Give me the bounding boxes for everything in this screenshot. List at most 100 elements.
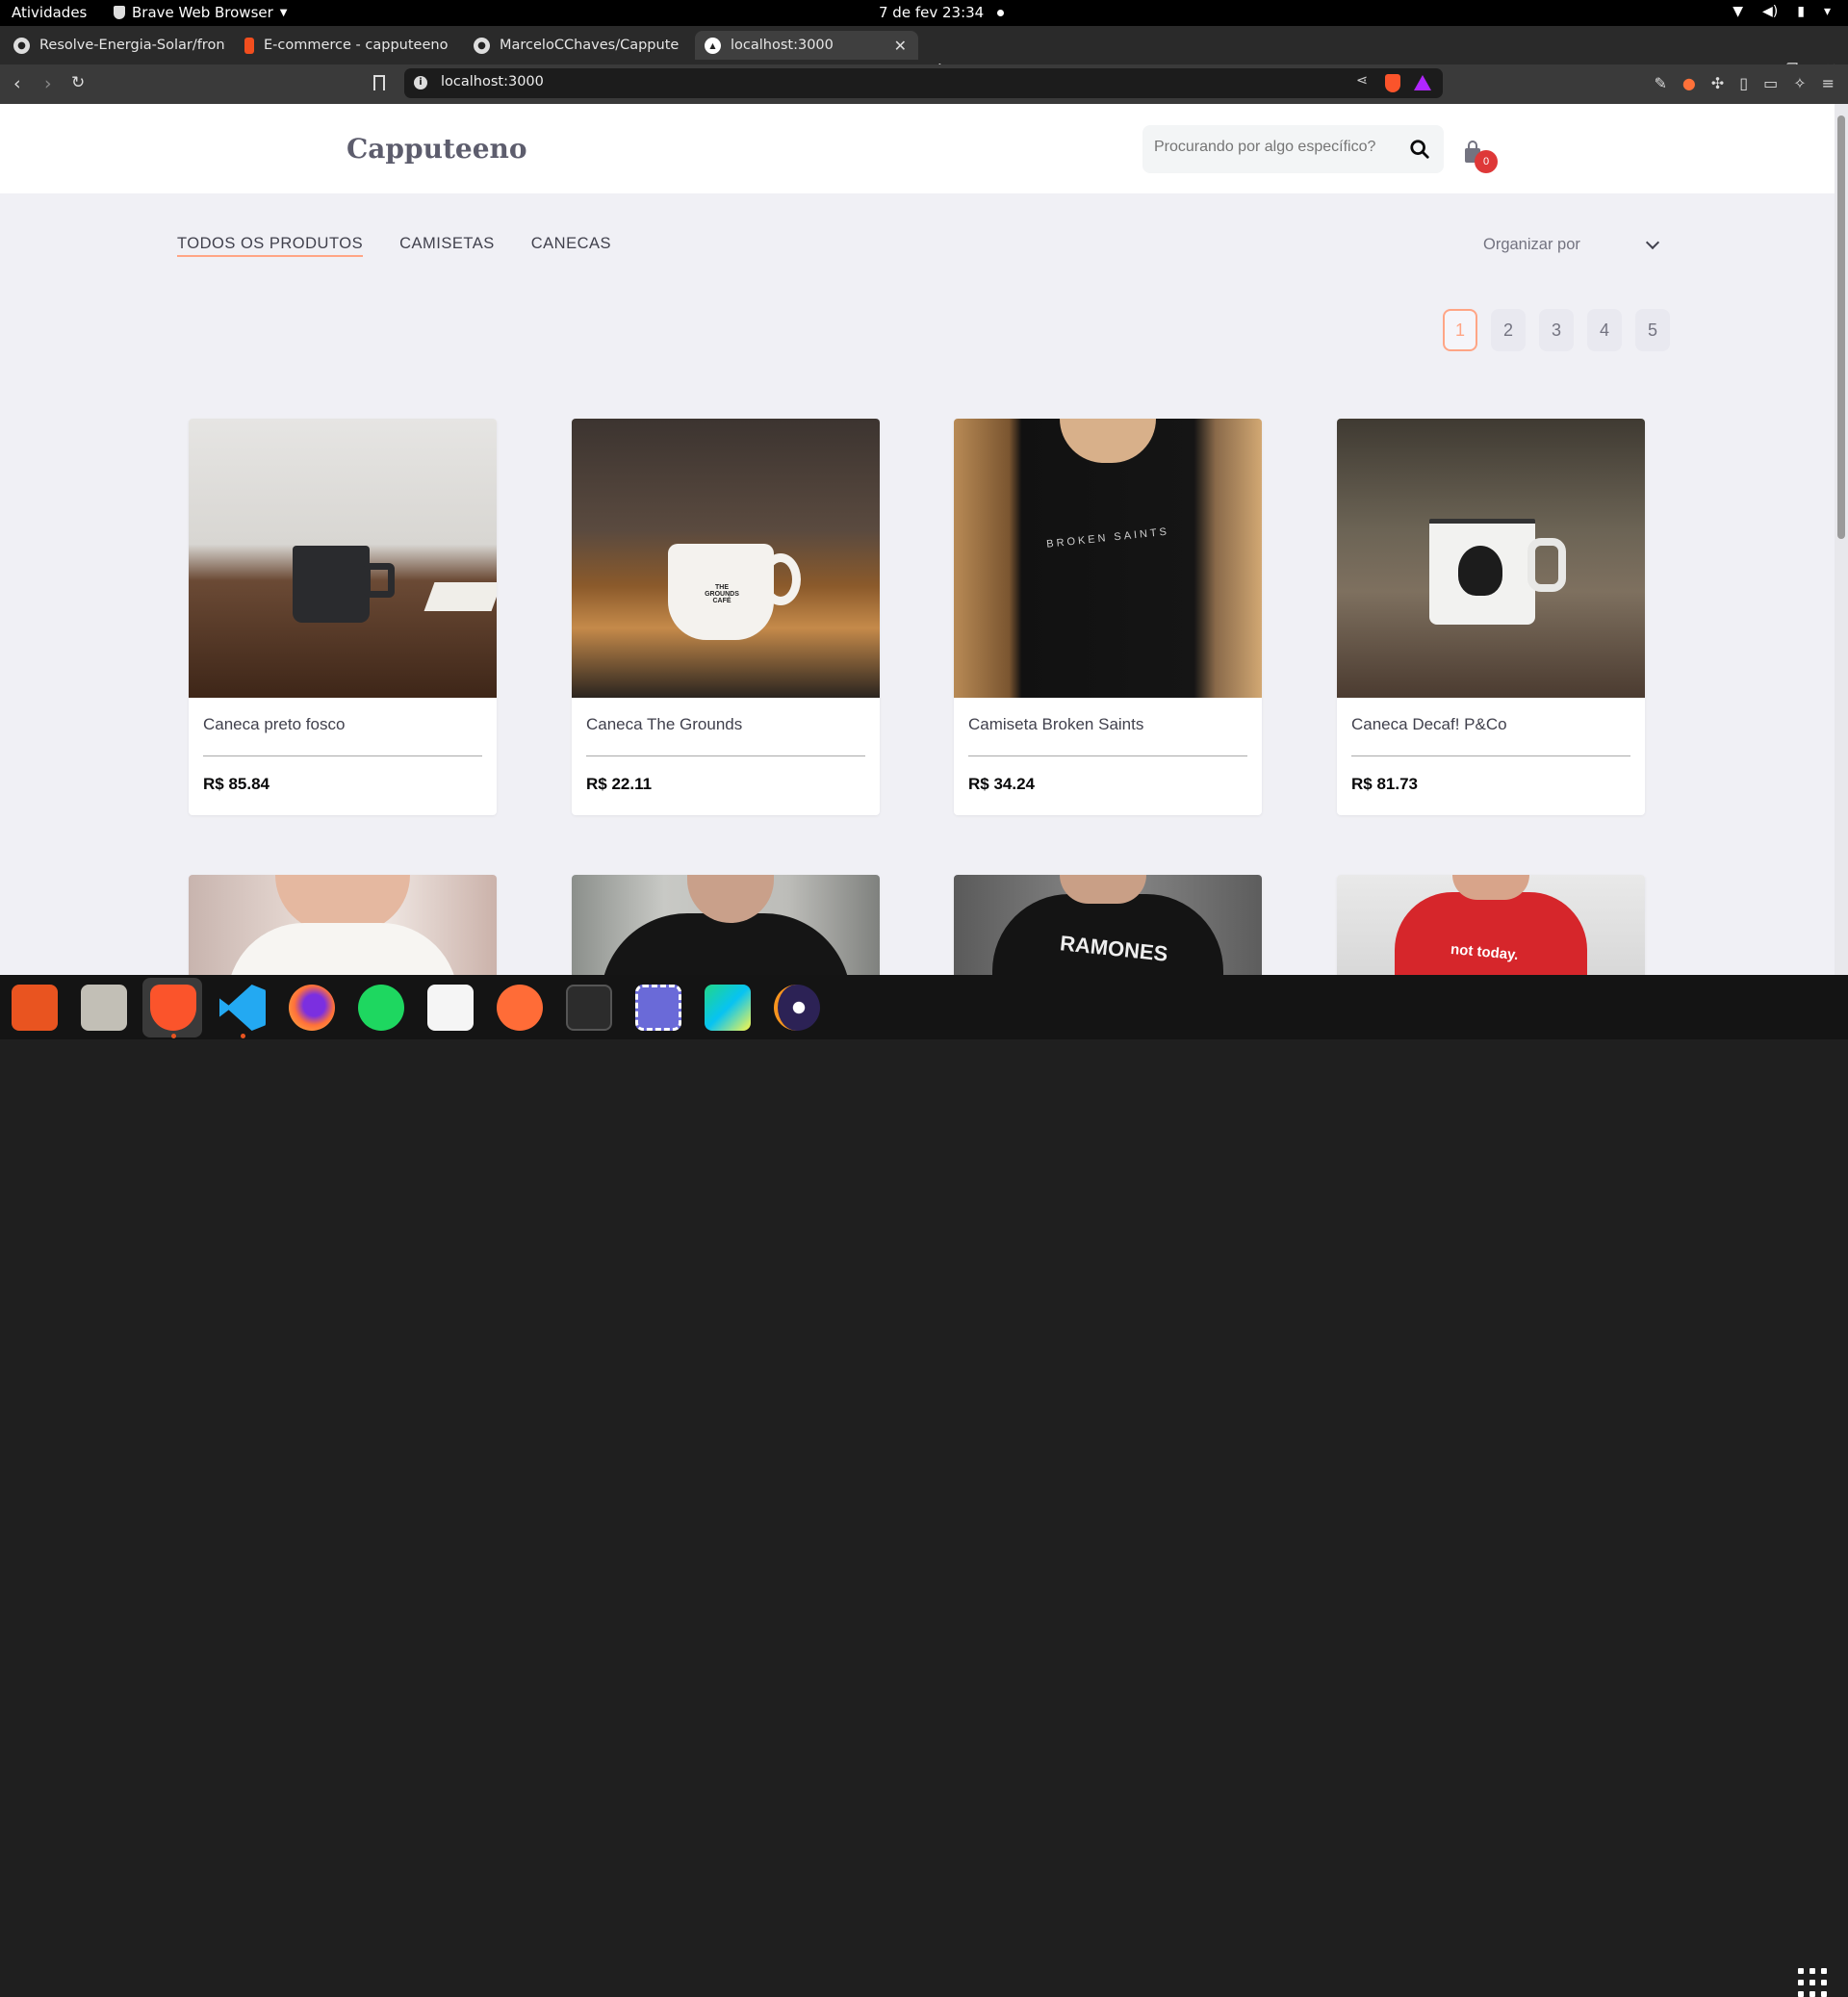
tab-1[interactable]: ● Resolve-Energia-Solar/front [13, 31, 225, 60]
battery-icon: ▮ [1797, 4, 1805, 19]
back-icon[interactable]: ‹ [13, 73, 21, 94]
search-icon[interactable] [1409, 139, 1430, 160]
product-name: Caneca Decaf! P&Co [1351, 715, 1507, 733]
product-card[interactable] [572, 875, 880, 975]
page-button-2[interactable]: 2 [1491, 309, 1526, 351]
vscode-icon[interactable] [219, 985, 266, 1031]
page-button-3[interactable]: 3 [1539, 309, 1574, 351]
tab-title: E-commerce - capputeeno - [264, 38, 450, 53]
category-filters: TODOS OS PRODUTOS CAMISETAS CANECAS [177, 235, 611, 257]
search-input[interactable] [1154, 139, 1395, 156]
app-menu-label: Brave Web Browser [132, 4, 273, 21]
running-indicator [241, 1034, 245, 1038]
enamel-mug-skull-photo [1337, 419, 1645, 698]
pycharm-icon[interactable] [705, 985, 751, 1031]
menu-icon[interactable]: ≡ [1822, 74, 1835, 92]
github-icon: ● [13, 37, 30, 54]
site-header: Capputeeno 0 [0, 104, 1835, 193]
extension-icon[interactable]: ● [1682, 74, 1696, 92]
system-top-bar: Atividades Brave Web Browser ▼ 7 de fev … [0, 0, 1848, 26]
power-menu-icon: ▾ [1823, 4, 1831, 19]
app-menu[interactable]: Brave Web Browser ▼ [114, 4, 287, 21]
show-applications-icon[interactable] [1798, 1968, 1827, 1997]
product-price: R$ 34.24 [968, 775, 1035, 793]
filter-all-products[interactable]: TODOS OS PRODUTOS [177, 235, 364, 257]
running-indicator [171, 1034, 176, 1038]
white-mug-the-grounds-photo: THE GROUNDS CAFÉ [572, 419, 880, 698]
address-bar[interactable]: i localhost:3000 ⋖ [404, 68, 1443, 98]
address-url[interactable]: localhost:3000 [441, 74, 544, 90]
product-card[interactable]: Caneca Decaf! P&Co R$ 81.73 [1337, 419, 1645, 815]
page-button-1[interactable]: 1 [1443, 309, 1477, 351]
extensions-area: ✎ ● ✣ ▯ ▭ ✧ ≡ [1654, 74, 1835, 92]
tab-3[interactable]: ● MarceloCChaves/Capputeen [474, 31, 680, 60]
share-icon[interactable]: ⋖ [1356, 73, 1368, 89]
sort-label: Organizar por [1483, 236, 1580, 253]
web-page: Capputeeno 0 TODOS OS PRODUTOS CAMISETAS… [0, 104, 1835, 975]
cart-count-badge: 0 [1475, 150, 1498, 173]
search-box[interactable] [1142, 125, 1444, 173]
caret-down-icon: ▼ [279, 7, 288, 18]
leo-ai-icon[interactable]: ✧ [1793, 74, 1806, 92]
tab-2[interactable]: E-commerce - capputeeno - [244, 31, 450, 60]
ramones-tshirt-photo: RAMONES [954, 875, 1262, 975]
filter-mugs[interactable]: CANECAS [531, 235, 611, 257]
product-name: Camiseta Broken Saints [968, 715, 1144, 733]
pagination: 1 2 3 4 5 [1443, 309, 1670, 351]
divider [968, 755, 1247, 756]
page-button-4[interactable]: 4 [1587, 309, 1622, 351]
product-card[interactable]: BROKEN SAINTS Camiseta Broken Saints R$ … [954, 419, 1262, 815]
vercel-icon: ▲ [705, 37, 721, 54]
brave-lion-icon [114, 6, 125, 19]
inkscape-icon[interactable] [427, 985, 474, 1031]
eyedropper-icon[interactable]: ✎ [1654, 74, 1666, 92]
close-tab-icon[interactable]: ✕ [894, 37, 907, 55]
reload-icon[interactable]: ↻ [71, 73, 85, 92]
spotify-icon[interactable] [358, 985, 404, 1031]
figma-icon [244, 37, 254, 54]
tab-4-active[interactable]: ▲ localhost:3000 ✕ [695, 31, 918, 60]
product-card[interactable]: Caneca preto fosco R$ 85.84 [189, 419, 497, 815]
tab-title: localhost:3000 [731, 38, 834, 53]
divider [203, 755, 482, 756]
divider [586, 755, 865, 756]
product-card[interactable]: THE GROUNDS CAFÉ Caneca The Grounds R$ 2… [572, 419, 880, 815]
bookmark-icon[interactable] [373, 75, 385, 90]
product-name: Caneca The Grounds [586, 715, 743, 733]
clock[interactable]: 7 de fev 23:34 [879, 4, 1005, 21]
product-card[interactable]: not today. [1337, 875, 1645, 975]
product-card[interactable] [189, 875, 497, 975]
brave-icon[interactable] [150, 985, 196, 1031]
forward-icon[interactable]: › [44, 73, 52, 94]
ubuntu-software-icon[interactable] [12, 985, 58, 1031]
screenshot-icon[interactable] [635, 985, 681, 1031]
puzzle-icon[interactable]: ✣ [1711, 74, 1724, 92]
github-icon: ● [474, 37, 490, 54]
site-logo[interactable]: Capputeeno [346, 133, 527, 165]
system-tray[interactable]: ▼ ◀) ▮ ▾ [1732, 4, 1831, 19]
product-name: Caneca preto fosco [203, 715, 346, 733]
terminal-icon[interactable] [566, 985, 612, 1031]
site-info-icon[interactable]: i [414, 76, 427, 90]
files-icon[interactable] [81, 985, 127, 1031]
tab-title: MarceloCChaves/Capputeen [500, 38, 680, 53]
clock-label: 7 de fev 23:34 [879, 4, 985, 21]
eclipse-icon[interactable] [774, 985, 820, 1031]
volume-icon: ◀) [1762, 4, 1779, 19]
notification-dot-icon [997, 9, 1005, 16]
postman-icon[interactable] [497, 985, 543, 1031]
filter-tshirts[interactable]: CAMISETAS [399, 235, 495, 257]
sidebar-icon[interactable]: ▯ [1739, 74, 1748, 92]
page-scrollbar[interactable] [1835, 104, 1848, 975]
black-tshirt-broken-saints-photo: BROKEN SAINTS [954, 419, 1262, 698]
brave-shields-icon[interactable] [1385, 74, 1400, 92]
wallet-icon[interactable]: ▭ [1763, 74, 1778, 92]
activities-button[interactable]: Atividades [12, 4, 87, 21]
firefox-icon[interactable] [289, 985, 335, 1031]
scrollbar-thumb[interactable] [1837, 115, 1845, 539]
sort-dropdown[interactable]: Organizar por [1483, 235, 1659, 254]
product-card[interactable]: RAMONES [954, 875, 1262, 975]
brave-rewards-icon[interactable] [1414, 75, 1431, 90]
browser-toolbar: ‹ › ↻ i localhost:3000 ⋖ ✎ ● ✣ ▯ ▭ ✧ ≡ [0, 64, 1848, 104]
page-button-5[interactable]: 5 [1635, 309, 1670, 351]
